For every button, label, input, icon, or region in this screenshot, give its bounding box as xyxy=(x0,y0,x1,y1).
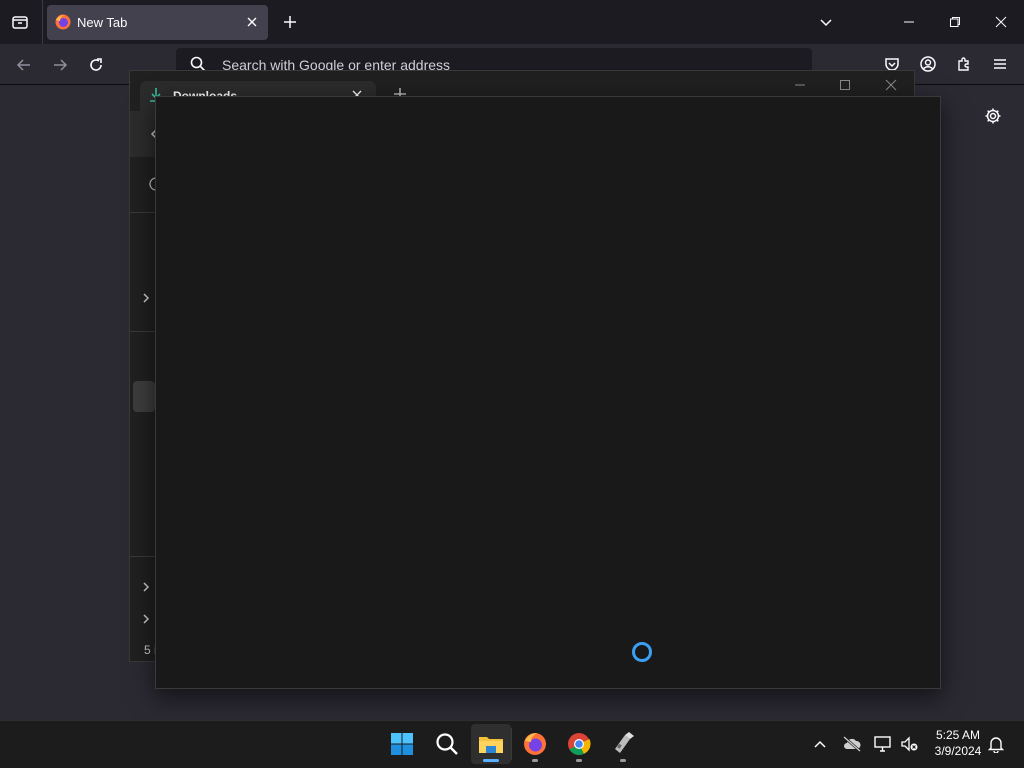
restore-icon xyxy=(950,17,960,27)
tab-title: New Tab xyxy=(77,15,128,30)
chevron-right-icon[interactable] xyxy=(141,292,151,304)
reload-icon xyxy=(90,58,102,71)
chevron-right-icon[interactable] xyxy=(141,613,151,625)
new-tab-button[interactable] xyxy=(276,8,304,36)
clock-date: 3/9/2024 xyxy=(934,744,982,758)
taskbar xyxy=(0,720,1024,768)
search-icon xyxy=(436,733,458,755)
tabstrip-divider xyxy=(42,0,43,44)
notification-bell-icon[interactable] xyxy=(987,735,1005,753)
taskbar-chrome[interactable] xyxy=(559,724,599,764)
extensions-button[interactable] xyxy=(950,50,978,78)
app-menu-button[interactable] xyxy=(986,50,1014,78)
volume-muted-icon[interactable] xyxy=(900,735,920,753)
loading-spinner xyxy=(632,642,652,662)
account-button[interactable] xyxy=(914,50,942,78)
forward-arrow-icon xyxy=(54,59,68,71)
explorer-close-icon[interactable] xyxy=(885,79,897,91)
tab-new-tab[interactable]: New Tab xyxy=(47,5,268,40)
folder-icon xyxy=(479,737,503,753)
account-icon xyxy=(920,56,936,72)
list-all-tabs-button[interactable] xyxy=(812,8,840,36)
running-app-indicator xyxy=(576,759,582,762)
running-app-indicator xyxy=(532,759,538,762)
puzzle-icon xyxy=(958,57,969,71)
chrome-icon xyxy=(568,733,591,755)
start-button[interactable] xyxy=(382,724,422,764)
minimize-button[interactable] xyxy=(895,8,923,36)
nav-pane-selected-item[interactable] xyxy=(133,381,155,412)
loading-dialog xyxy=(155,96,941,689)
clock-time: 5:25 AM xyxy=(935,728,981,742)
close-tab-icon[interactable] xyxy=(244,14,260,30)
plus-icon xyxy=(284,16,296,28)
windows-logo-icon xyxy=(391,733,413,755)
firefox-favicon-icon xyxy=(55,14,71,30)
taskbar-firefox[interactable] xyxy=(515,724,555,764)
tab-list-button[interactable] xyxy=(6,8,34,36)
active-app-indicator xyxy=(483,759,499,762)
minimize-icon xyxy=(904,21,914,23)
back-arrow-icon xyxy=(16,59,30,71)
gear-icon xyxy=(985,108,1001,124)
newtab-settings-button[interactable] xyxy=(979,102,1007,130)
reload-button[interactable] xyxy=(82,51,110,79)
forward-button[interactable] xyxy=(46,51,74,79)
cloud-offline-icon[interactable] xyxy=(842,735,862,753)
explorer-minimize-icon[interactable] xyxy=(794,79,806,91)
running-app-indicator xyxy=(620,759,626,762)
hamburger-menu-icon xyxy=(994,59,1006,69)
firefox-icon xyxy=(524,733,546,755)
taskbar-file-explorer[interactable] xyxy=(471,724,511,764)
usb-drive-icon xyxy=(615,732,634,753)
taskbar-search-button[interactable] xyxy=(427,724,467,764)
back-button[interactable] xyxy=(10,51,38,79)
chevron-up-icon[interactable] xyxy=(813,737,827,751)
tab-list-icon xyxy=(12,16,28,29)
chevron-right-icon[interactable] xyxy=(141,581,151,593)
close-icon xyxy=(995,16,1007,28)
taskbar-divider xyxy=(511,728,512,760)
restore-button[interactable] xyxy=(941,8,969,36)
close-window-button[interactable] xyxy=(987,8,1015,36)
network-icon[interactable] xyxy=(873,735,893,753)
taskbar-usb-tool[interactable] xyxy=(603,724,643,764)
clock[interactable]: 5:25 AM 3/9/2024 xyxy=(926,727,990,759)
explorer-maximize-icon[interactable] xyxy=(839,79,851,91)
chevron-down-icon xyxy=(820,19,832,27)
